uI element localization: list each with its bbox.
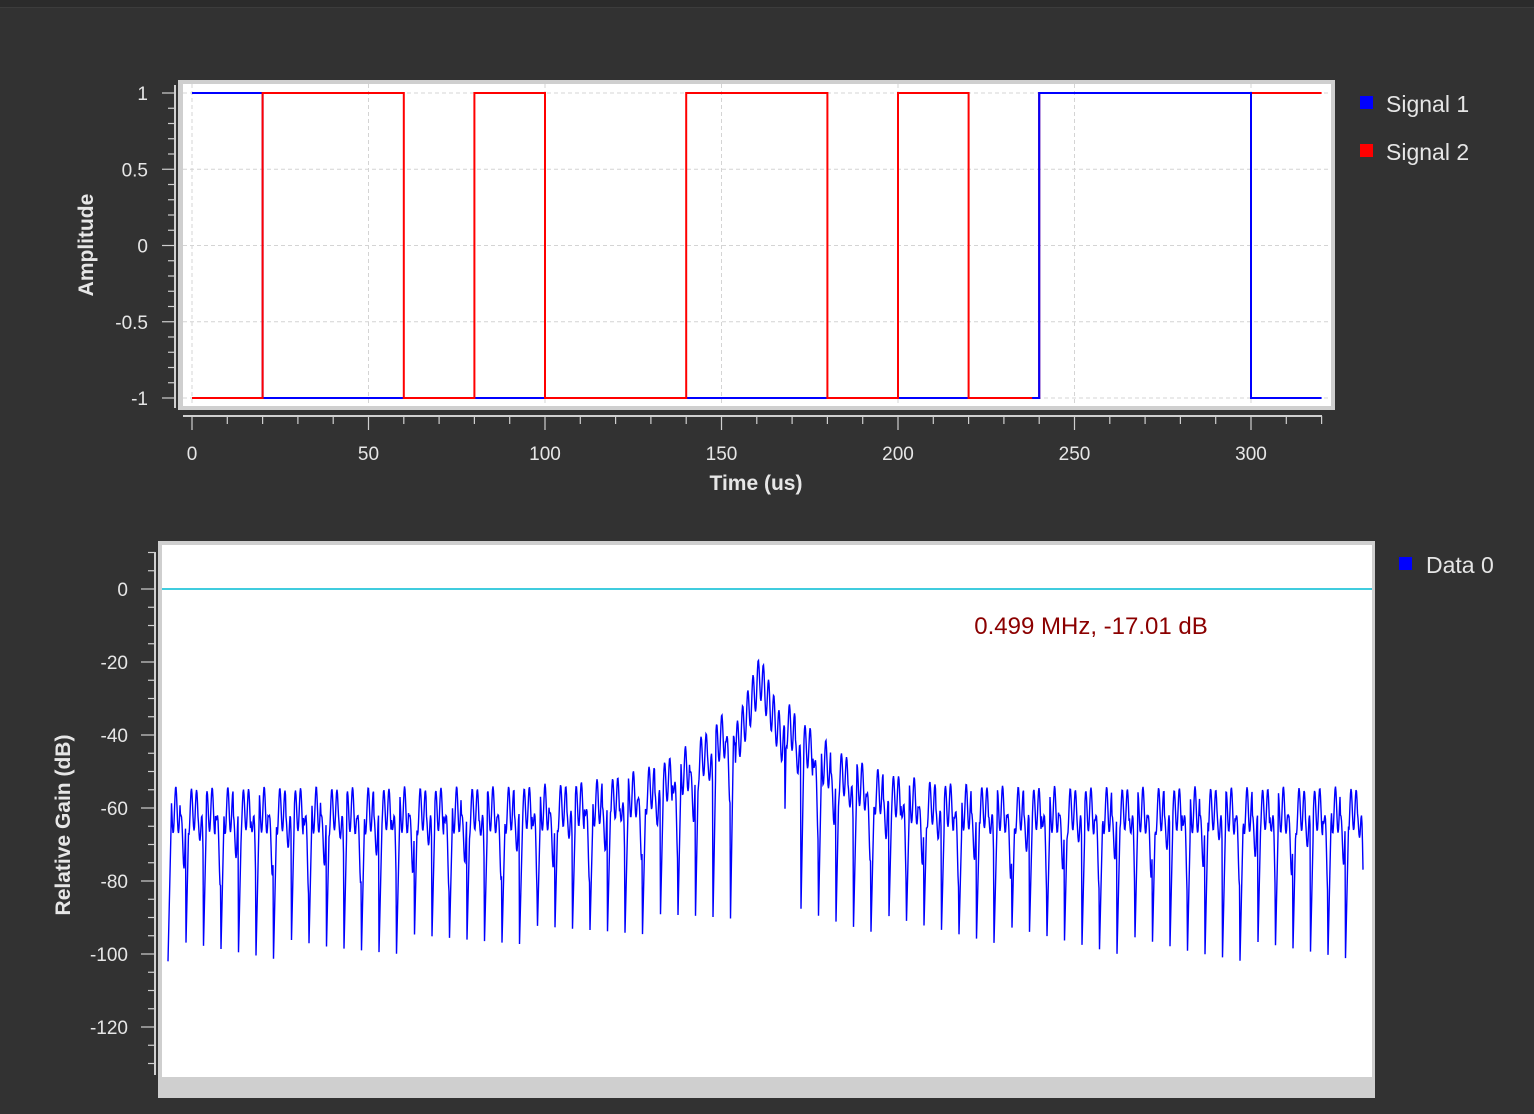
y-tick-label: -80	[101, 872, 128, 893]
y-tick-label: 0	[117, 580, 128, 601]
x-tick-label: 0	[187, 444, 198, 465]
y-tick-label: -20	[101, 653, 128, 674]
x-axis-label: Time (us)	[710, 472, 803, 495]
y-axis-label-spectrum: Relative Gain (dB)	[52, 735, 75, 916]
y-tick-label: -100	[90, 945, 128, 966]
x-tick-label: 250	[1059, 444, 1091, 465]
legend-swatch-data-0	[1399, 557, 1412, 570]
legend-signal-1[interactable]: Signal 1	[1360, 91, 1469, 117]
legend-label-signal-2: Signal 2	[1386, 139, 1469, 165]
plot2-axes: 0 -20 -40 -60 -80 -100 -120	[90, 551, 156, 1075]
y-tick-label: -120	[90, 1018, 128, 1039]
time-domain-chart: 10.50-0.5-10 50 100 150 200 250 300 Amplitude …	[75, 80, 1469, 495]
y-tick-label: -0.5	[115, 313, 148, 334]
legend-swatch-signal-1	[1360, 96, 1373, 109]
y-tick-label: 0.5	[122, 160, 148, 181]
x-tick-label: 200	[882, 444, 914, 465]
marker-readout: 0.499 MHz, -17.01 dB	[974, 613, 1207, 640]
y-tick-label: -40	[101, 726, 128, 747]
spectrum-chart: 0 -20 -40 -60 -80 -100 -120 0.499 MHz, -17.01 …	[52, 541, 1494, 1098]
y-tick-label: 0	[137, 237, 148, 258]
plot-window: 1 0.5 0 -0.5 -1 0 50 100 150 200 250 300 Amplitude …	[0, 0, 1534, 1114]
y-tick-label: -60	[101, 799, 128, 820]
y-tick-label: 1	[137, 84, 148, 105]
legend-data-0[interactable]: Data 0	[1399, 552, 1494, 578]
y-tick-label: -1	[131, 389, 148, 410]
x-tick-label: 50	[358, 444, 379, 465]
legend-signal-2[interactable]: Signal 2	[1360, 139, 1469, 165]
x-tick-label: 300	[1235, 444, 1267, 465]
legend-label-data-0: Data 0	[1426, 552, 1494, 578]
x-tick-label: 100	[529, 444, 561, 465]
x-tick-label: 150	[706, 444, 738, 465]
y-axis-label: Amplitude	[75, 194, 98, 297]
legend-swatch-signal-2	[1360, 144, 1373, 157]
legend-label-signal-1: Signal 1	[1386, 91, 1469, 117]
